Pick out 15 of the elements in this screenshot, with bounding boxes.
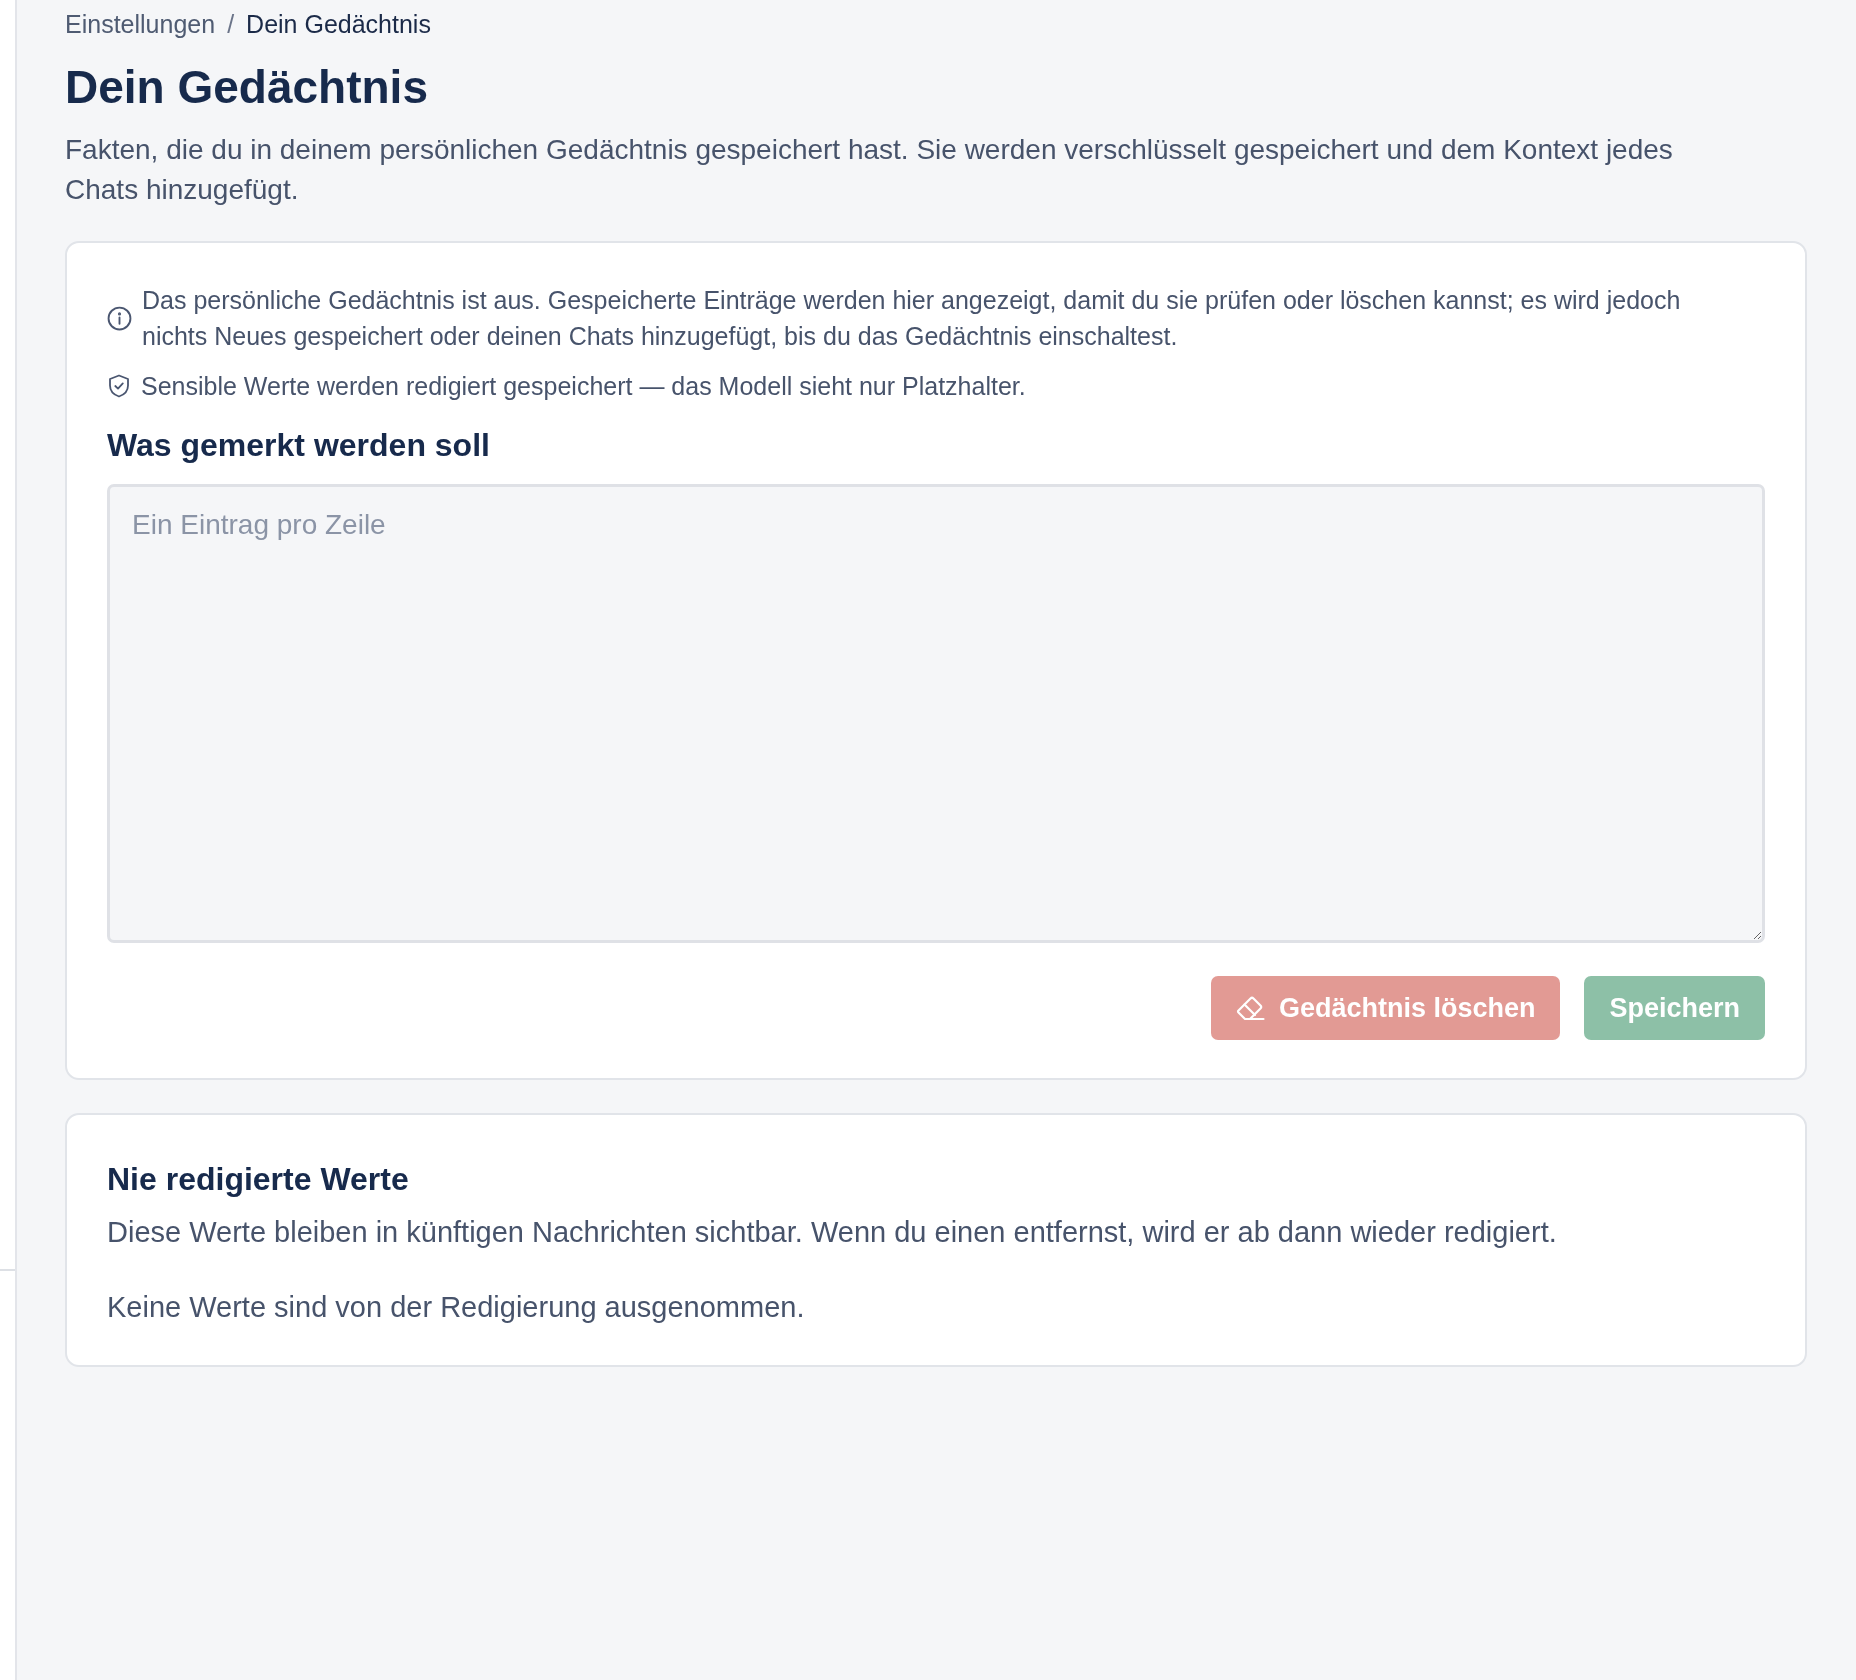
breadcrumb-item: Dein Gedächtnis — [246, 10, 431, 38]
page-title: Dein Gedächtnis — [65, 60, 429, 114]
breadcrumb-item[interactable]: Einstellungen — [65, 10, 216, 38]
shield-check-icon — [107, 374, 131, 398]
breadcrumb-separator: / — [227, 10, 235, 38]
notice-text: Das persönliche Gedächtnis ist aus. Gespeicherte Einträge werden hier angezeigt, damit du sie prüfen oder löschen kannst; es wird jedoch nichts Neues gespeichert oder deinen Chats hinzugefügt, bis du das Gedächtnis einschaltest. — [142, 285, 1682, 352]
section-description: Diese Werte bleiben in künftigen Nachrichten sichtbar. Wenn du einen entfernst, wird er ab dann wieder redigiert. — [107, 1215, 1558, 1250]
section-heading: Was gemerkt werden soll — [107, 426, 491, 464]
notice-text: Sensible Werte werden redigiert gespeichert — das Modell sieht nur Platzhalter. — [141, 371, 1026, 402]
entries-textarea[interactable]: Ein Eintrag pro Zeile — [107, 484, 1765, 943]
info-icon — [107, 305, 132, 331]
empty-state-text: Keine Werte sind von der Redigierung ausgenommen. — [107, 1290, 806, 1325]
section-heading: Nie redigierte Werte — [107, 1160, 410, 1198]
eraser-icon — [1235, 995, 1266, 1021]
page-description: Fakten, die du in deinem persönlichen Gedächtnis gespeichert hast. Sie werden verschlüsselt gespeichert und dem Kontext jedes Chats hinzugefügt. — [65, 133, 1674, 207]
